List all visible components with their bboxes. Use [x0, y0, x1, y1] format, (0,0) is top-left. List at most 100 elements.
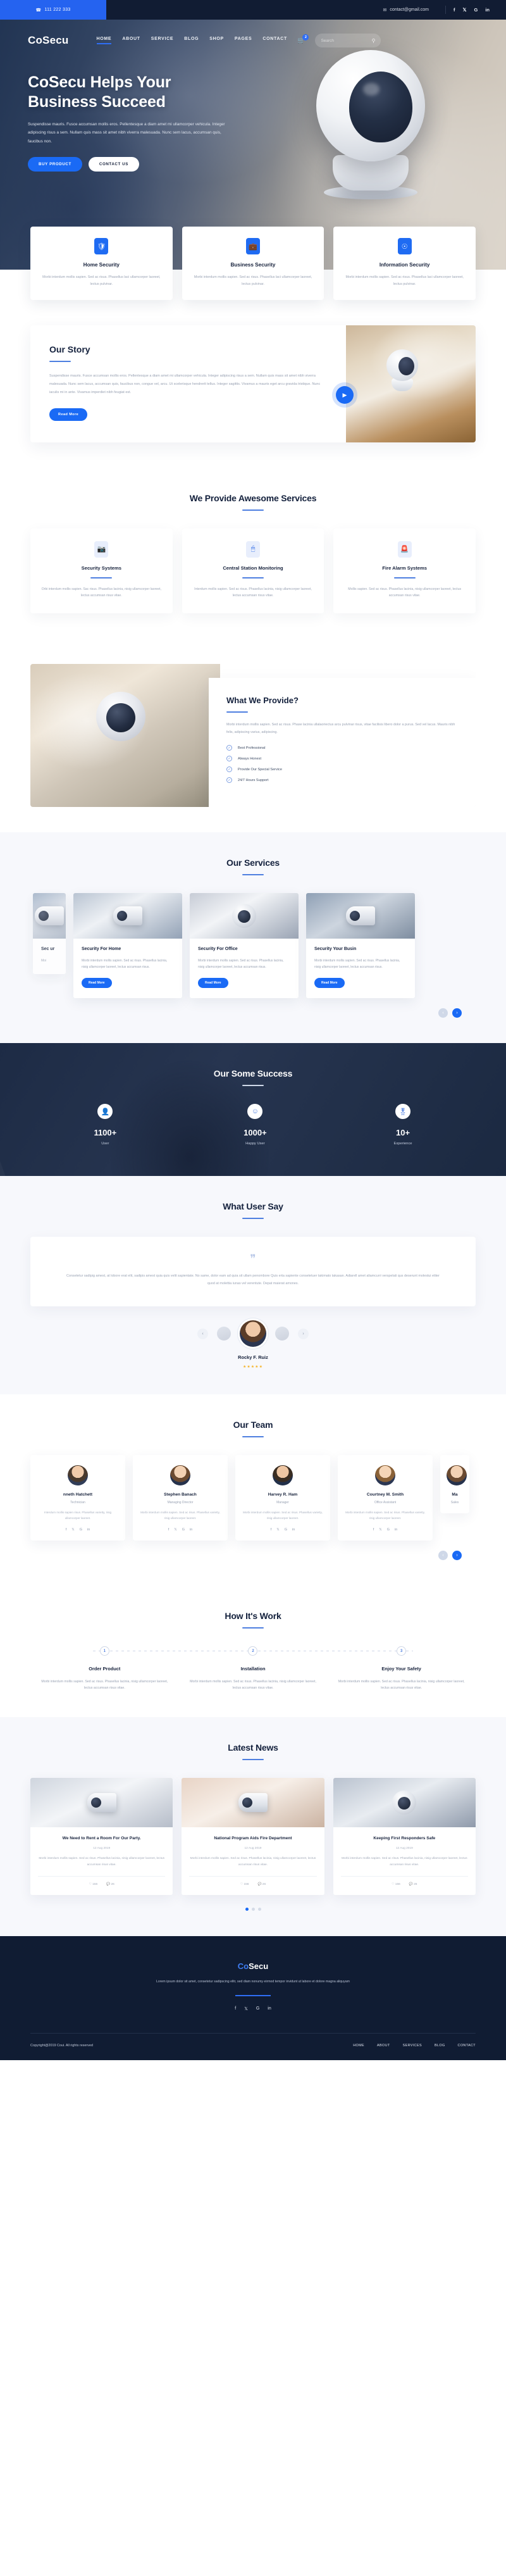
- services-carousel[interactable]: Sec ur Moi Security For Home Morbi inter…: [30, 893, 476, 999]
- team-prev-button[interactable]: ‹: [438, 1551, 448, 1561]
- news-card[interactable]: National Program Aids Fire Department 12…: [182, 1777, 324, 1895]
- testimonial-next-button[interactable]: ›: [298, 1328, 309, 1339]
- search-input[interactable]: [321, 38, 368, 43]
- news-title[interactable]: We Need to Rent a Room For Our Party.: [38, 1835, 165, 1842]
- twitter-icon[interactable]: 𝕏: [276, 1528, 279, 1532]
- footer-logo[interactable]: CoSecu: [30, 1961, 476, 1971]
- footer-link-home[interactable]: HOME: [353, 2044, 364, 2048]
- team-member-card[interactable]: Courtney M. Smith Office Assistant Morbi…: [338, 1455, 433, 1541]
- google-icon[interactable]: G: [80, 1528, 82, 1532]
- linkedin-icon[interactable]: in: [268, 2006, 271, 2011]
- news-title[interactable]: Keeping First Responders Safe: [341, 1835, 468, 1842]
- nav-item-pages[interactable]: PAGES: [235, 37, 252, 44]
- avatar-active[interactable]: [240, 1320, 266, 1347]
- feature-card-home-security[interactable]: 🛡 Home Security Morbi interdum mollis sa…: [30, 227, 173, 301]
- nav-item-about[interactable]: ABOUT: [122, 37, 140, 44]
- facebook-icon[interactable]: f: [373, 1528, 374, 1532]
- service-card-central-station-monitoring[interactable]: 🖱 Central Station Monitoring Interdum mo…: [182, 528, 324, 613]
- team-member-card[interactable]: Harvey R. Ham Manager Morbi interdum mol…: [235, 1455, 330, 1541]
- smile-icon: ☺: [247, 1104, 263, 1120]
- news-card[interactable]: Keeping First Responders Safe 12 Aug 201…: [333, 1777, 476, 1895]
- contact-us-button[interactable]: CONTACT US: [88, 157, 139, 172]
- topbar-phone[interactable]: ☎ 111 222 333: [0, 0, 106, 20]
- footer-link-contact[interactable]: CONTACT: [458, 2044, 476, 2048]
- cart-icon[interactable]: 🛒 2: [297, 34, 309, 44]
- news-date: 12 Aug 2019: [395, 1847, 413, 1851]
- title-underline: [242, 1627, 264, 1629]
- pager-dot[interactable]: [251, 1907, 255, 1911]
- testimonial-prev-button[interactable]: ‹: [197, 1328, 208, 1339]
- twitter-icon[interactable]: 𝕏: [174, 1528, 176, 1532]
- nav-item-shop[interactable]: SHOP: [209, 37, 224, 44]
- news-title[interactable]: National Program Aids Fire Department: [189, 1835, 316, 1842]
- provide-image-column: [30, 663, 220, 808]
- service-title: Fire Alarm Systems: [382, 565, 427, 571]
- member-socials: f 𝕏 G in: [242, 1528, 324, 1532]
- play-icon[interactable]: ▶: [336, 386, 354, 404]
- google-icon[interactable]: G: [474, 7, 478, 13]
- topbar-email[interactable]: ✉ contact@gmail.com: [383, 8, 437, 13]
- google-icon[interactable]: G: [387, 1528, 390, 1532]
- feature-text: Morbi interdum mollis sapien. Sed ac ris…: [345, 275, 464, 286]
- facebook-icon[interactable]: f: [271, 1528, 272, 1532]
- facebook-icon[interactable]: f: [168, 1528, 170, 1532]
- pager-dot[interactable]: [245, 1907, 249, 1911]
- linkedin-icon[interactable]: in: [292, 1528, 295, 1532]
- footer-link-blog[interactable]: BLOG: [435, 2044, 445, 2048]
- facebook-icon[interactable]: f: [235, 2006, 236, 2011]
- linkedin-icon[interactable]: in: [395, 1528, 397, 1532]
- rating-stars: ★★★★★: [243, 1365, 263, 1370]
- pager-dot[interactable]: [257, 1907, 261, 1911]
- carousel-prev-button[interactable]: ‹: [438, 1008, 448, 1018]
- carousel-card-security-for-home[interactable]: Security For Home Morbi interdum mollis …: [73, 893, 182, 999]
- carousel-card-security-your-business[interactable]: Security Your Busin Morbi interdum molli…: [306, 893, 415, 999]
- team-member-card-peek[interactable]: Ma Sales: [440, 1455, 469, 1514]
- section-title: What User Say: [223, 1201, 283, 1212]
- news-card[interactable]: We Need to Rent a Room For Our Party. 12…: [30, 1777, 173, 1895]
- twitter-icon[interactable]: 𝕏: [462, 7, 466, 13]
- service-card-fire-alarm-systems[interactable]: 🚨 Fire Alarm Systems Mollis sapien. Sed …: [333, 528, 476, 613]
- google-icon[interactable]: G: [285, 1528, 287, 1532]
- feature-card-business-security[interactable]: 💼 Business Security Morbi interdum molli…: [182, 227, 324, 301]
- team-member-card[interactable]: Stephen Banach Managing Director Morbi i…: [133, 1455, 228, 1541]
- footer-link-about[interactable]: ABOUT: [377, 2044, 390, 2048]
- news-image: [182, 1777, 324, 1827]
- twitter-icon[interactable]: 𝕏: [71, 1528, 74, 1532]
- carousel-card-security-for-office[interactable]: Security For Office Morbi interdum molli…: [190, 893, 299, 999]
- carousel-card-peek-left[interactable]: Sec ur Moi: [33, 893, 66, 975]
- read-more-button[interactable]: Read More: [198, 978, 228, 989]
- quote-icon: ❞: [250, 1253, 256, 1265]
- read-more-button[interactable]: Read More: [314, 978, 345, 989]
- feature-card-information-security[interactable]: ☉ Information Security Morbi interdum mo…: [333, 227, 476, 301]
- carousel-next-button[interactable]: ›: [452, 1008, 462, 1018]
- google-icon[interactable]: G: [256, 2006, 259, 2011]
- google-icon[interactable]: G: [182, 1528, 185, 1532]
- site-logo[interactable]: CoSecu: [28, 34, 69, 47]
- search-icon[interactable]: ⚲: [372, 38, 376, 44]
- story-read-more-button[interactable]: Read More: [49, 408, 88, 421]
- twitter-icon[interactable]: 𝕏: [379, 1528, 381, 1532]
- facebook-icon[interactable]: f: [66, 1528, 67, 1532]
- avatar[interactable]: [275, 1327, 289, 1341]
- linkedin-icon[interactable]: in: [485, 7, 490, 13]
- search-box[interactable]: ⚲: [315, 34, 381, 47]
- linkedin-icon[interactable]: in: [190, 1528, 192, 1532]
- team-next-button[interactable]: ›: [452, 1551, 462, 1561]
- nav-item-service[interactable]: SERVICE: [151, 37, 174, 44]
- team-member-card[interactable]: nneth Hatchett Technician Interdum molli…: [30, 1455, 125, 1541]
- footer-logo-b: Secu: [249, 1961, 269, 1971]
- nav-item-contact[interactable]: CONTACT: [262, 37, 287, 44]
- service-card-security-systems[interactable]: 📷 Security Systems Orbi interdum mollis …: [30, 528, 173, 613]
- member-name: Stephen Banach: [164, 1492, 197, 1497]
- nav-item-blog[interactable]: BLOG: [184, 37, 199, 44]
- nav-item-home[interactable]: HOME: [96, 37, 112, 44]
- twitter-icon[interactable]: 𝕏: [244, 2006, 248, 2011]
- linkedin-icon[interactable]: in: [87, 1528, 90, 1532]
- facebook-icon[interactable]: f: [454, 7, 455, 13]
- buy-product-button[interactable]: BUY PRODUCT: [28, 157, 82, 172]
- footer-link-services[interactable]: SERVICES: [403, 2044, 422, 2048]
- read-more-button[interactable]: Read More: [82, 978, 112, 989]
- testimonial-quote: Consetetur sadipig amest, at lobore erat…: [66, 1274, 440, 1285]
- awesome-services-section: We Provide Awesome Services 📷 Security S…: [0, 468, 506, 639]
- avatar[interactable]: [217, 1327, 231, 1341]
